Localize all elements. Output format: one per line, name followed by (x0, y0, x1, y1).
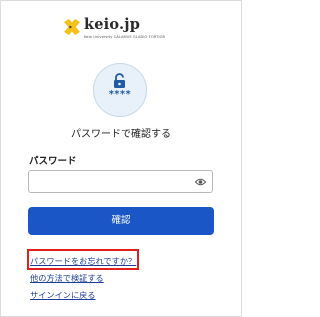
verify-button[interactable]: 確認 (28, 207, 214, 235)
brand-tagline: Keio University CALAMVS GLADIO FORTIOR (84, 35, 166, 39)
brand-name: keio.jp (84, 16, 141, 33)
other-method-link[interactable]: 他の方法で検証する (30, 272, 104, 284)
password-label: パスワード (29, 156, 77, 167)
page-title: パスワードで確認する (71, 129, 171, 140)
password-field[interactable] (28, 170, 213, 193)
keio-pen-cross-icon (64, 19, 80, 35)
forgot-password-link[interactable]: パスワードをお忘れですか？ (30, 255, 136, 267)
eye-icon[interactable] (195, 177, 206, 187)
password-mask: **** (108, 89, 132, 100)
password-input[interactable] (33, 173, 191, 190)
password-method-icon: **** (93, 63, 147, 117)
verification-card: keio.jp Keio University CALAMVS GLADIO F… (0, 0, 242, 317)
unlock-icon (114, 73, 125, 88)
keio-logo: keio.jp Keio University CALAMVS GLADIO F… (63, 16, 183, 47)
back-to-signin-link[interactable]: サインインに戻る (30, 289, 96, 301)
